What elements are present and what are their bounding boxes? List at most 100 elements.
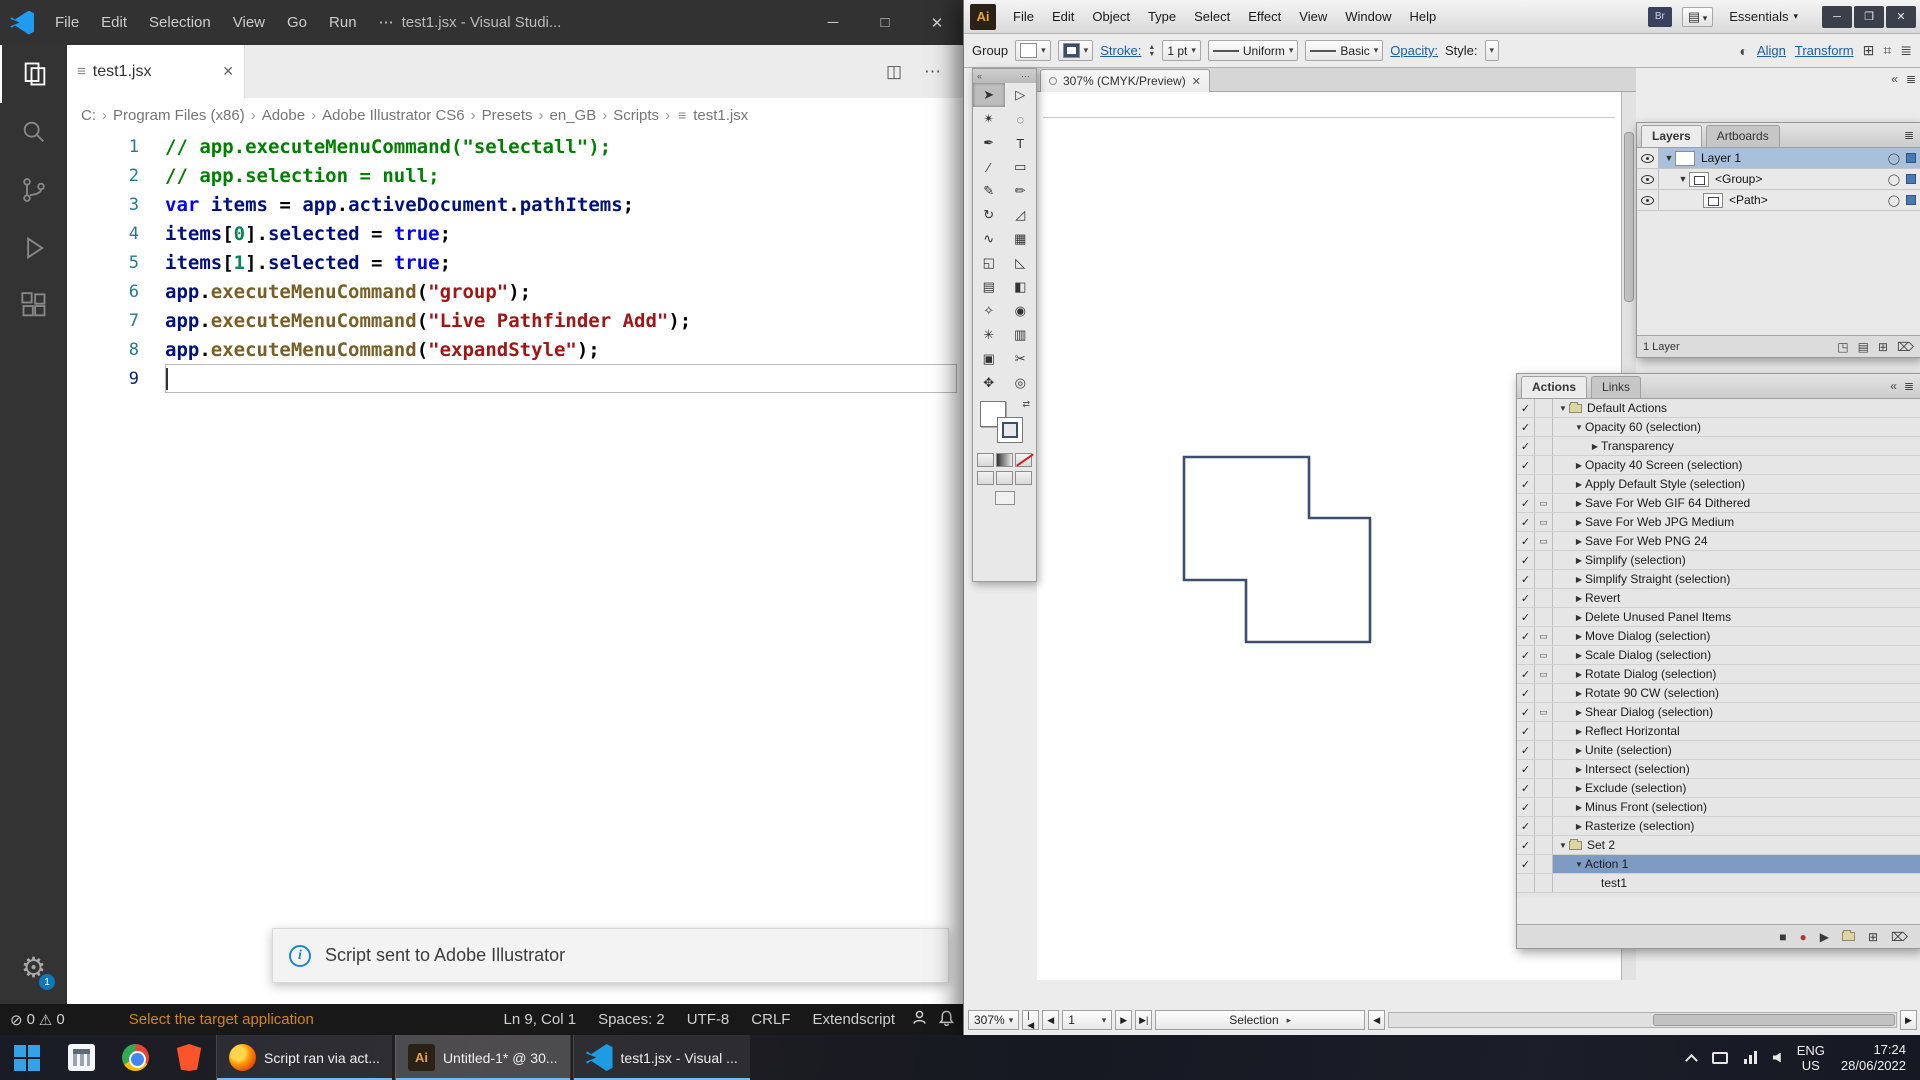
ai-menu-view[interactable]: View xyxy=(1290,0,1336,33)
scale-tool-icon[interactable]: ◿ xyxy=(1005,203,1037,227)
item-check-toggle[interactable]: ✓ xyxy=(1517,741,1535,759)
none-button[interactable] xyxy=(1015,453,1032,467)
action-content[interactable]: ▶Opacity 40 Screen (selection) xyxy=(1553,456,1920,474)
ai-menu-help[interactable]: Help xyxy=(1400,0,1445,33)
dialog-toggle[interactable] xyxy=(1535,836,1553,854)
panel-menu-icon[interactable]: ≣ xyxy=(1900,42,1912,59)
breadcrumb-item-test1-jsx[interactable]: test1.jsx xyxy=(691,107,750,124)
play-icon[interactable]: ▶ xyxy=(1820,930,1829,944)
dialog-toggle[interactable] xyxy=(1535,779,1553,797)
action-row-test1[interactable]: test1 xyxy=(1517,874,1920,893)
magic-wand-tool-icon[interactable]: ✴ xyxy=(973,107,1005,131)
expander-icon[interactable]: ▶ xyxy=(1573,727,1585,736)
item-check-toggle[interactable]: ✓ xyxy=(1517,646,1535,664)
zoom-dropdown[interactable]: 307% ▾ xyxy=(968,1010,1019,1030)
item-check-toggle[interactable]: ✓ xyxy=(1517,760,1535,778)
split-editor-icon[interactable]: ◫ xyxy=(886,62,902,82)
draw-behind-button[interactable] xyxy=(996,471,1013,485)
action-content[interactable]: ▶Save For Web JPG Medium xyxy=(1553,513,1920,531)
action-content[interactable]: ▶Save For Web PNG 24 xyxy=(1553,532,1920,550)
tools-panel-header[interactable]: « ⋯ xyxy=(973,69,1036,83)
status-encoding[interactable]: UTF-8 xyxy=(681,1011,736,1028)
next-artboard-button[interactable]: ▶ xyxy=(1115,1010,1132,1030)
workspace-switcher[interactable]: Essentials ▾ xyxy=(1723,7,1804,26)
layers-footer-icon-0[interactable]: ◳ xyxy=(1837,340,1848,354)
tab-close-icon[interactable]: ✕ xyxy=(222,63,234,80)
breadcrumb-item-scripts[interactable]: Scripts xyxy=(611,107,661,124)
arrange-documents-icon[interactable]: ▤ ▾ xyxy=(1682,7,1713,27)
action-content[interactable]: ▼Action 1 xyxy=(1553,855,1920,873)
dialog-toggle[interactable]: ▭ xyxy=(1535,646,1553,664)
panel-menu-icon[interactable]: ≣ xyxy=(1904,128,1914,142)
tab-artboards[interactable]: Artboards xyxy=(1706,125,1780,147)
clock[interactable]: 17:24 28/06/2022 xyxy=(1841,1042,1906,1074)
dialog-toggle[interactable] xyxy=(1535,798,1553,816)
target-circle-icon[interactable]: ◯ xyxy=(1888,152,1900,165)
target-circle-icon[interactable]: ◯ xyxy=(1888,173,1900,186)
pen-tool-icon[interactable]: ✒ xyxy=(973,131,1005,155)
code-text[interactable]: items[0].selected = true; xyxy=(165,219,957,248)
item-check-toggle[interactable]: ✓ xyxy=(1517,532,1535,550)
action-row-scale-dialog-selection[interactable]: ✓▭▶Scale Dialog (selection) xyxy=(1517,646,1920,665)
action-content[interactable]: ▶Shear Dialog (selection) xyxy=(1553,703,1920,721)
breadcrumb-item-adobe-illustrator-cs6[interactable]: Adobe Illustrator CS6 xyxy=(320,107,467,124)
action-row-move-dialog-selection[interactable]: ✓▭▶Move Dialog (selection) xyxy=(1517,627,1920,646)
action-row-rotate-90-cw-selection[interactable]: ✓▶Rotate 90 CW (selection) xyxy=(1517,684,1920,703)
item-check-toggle[interactable]: ✓ xyxy=(1517,570,1535,588)
action-row-apply-default-style-selection[interactable]: ✓▶Apply Default Style (selection) xyxy=(1517,475,1920,494)
mesh-tool-icon[interactable]: ▤ xyxy=(973,275,1005,299)
expander-icon[interactable]: ▼ xyxy=(1663,153,1675,163)
menu-item[interactable]: ⋯ xyxy=(368,0,405,45)
breadcrumb-item-adobe[interactable]: Adobe xyxy=(260,107,307,124)
item-check-toggle[interactable]: ✓ xyxy=(1517,608,1535,626)
paintbrush-tool-icon[interactable]: ✎ xyxy=(973,179,1005,203)
collapse-panels-icon[interactable]: « xyxy=(1891,72,1898,86)
dialog-toggle[interactable] xyxy=(1535,475,1553,493)
layer-row-path[interactable]: <Path>◯ xyxy=(1637,190,1920,211)
breadcrumb-item-en-gb[interactable]: en_GB xyxy=(548,107,599,124)
eyedropper-tool-icon[interactable]: ✧ xyxy=(973,299,1005,323)
menu-selection[interactable]: Selection xyxy=(138,0,222,45)
ai-menu-type[interactable]: Type xyxy=(1139,0,1185,33)
recolor-artwork-icon[interactable]: ◐ xyxy=(1740,43,1748,59)
taskbar-chrome-button[interactable] xyxy=(108,1035,162,1080)
item-check-toggle[interactable]: ✓ xyxy=(1517,475,1535,493)
action-row-save-for-web-gif-64-dithered[interactable]: ✓▭▶Save For Web GIF 64 Dithered xyxy=(1517,494,1920,513)
action-content[interactable]: ▶Delete Unused Panel Items xyxy=(1553,608,1920,626)
dock-menu-icon[interactable]: ≣ xyxy=(1906,72,1916,86)
action-content[interactable]: ▶Intersect (selection) xyxy=(1553,760,1920,778)
action-row-opacity-40-screen-selection[interactable]: ✓▶Opacity 40 Screen (selection) xyxy=(1517,456,1920,475)
expander-icon[interactable]: ▶ xyxy=(1573,746,1585,755)
scroll-left-button[interactable]: ◀ xyxy=(1368,1010,1385,1030)
show-hidden-icons[interactable] xyxy=(1685,1054,1698,1067)
code-text[interactable]: // app.selection = null; xyxy=(165,161,957,190)
action-row-revert[interactable]: ✓▶Revert xyxy=(1517,589,1920,608)
ai-menu-effect[interactable]: Effect xyxy=(1239,0,1290,33)
code-text[interactable]: // app.executeMenuCommand("selectall"); xyxy=(165,132,957,161)
minimize-button[interactable]: ─ xyxy=(807,0,859,45)
rectangle-tool-icon[interactable]: ▭ xyxy=(1005,155,1037,179)
layers-footer-icon-1[interactable]: ▤ xyxy=(1858,340,1869,354)
expander-icon[interactable]: ▶ xyxy=(1573,575,1585,584)
menu-file[interactable]: File xyxy=(44,0,90,45)
document-close-icon[interactable]: ✕ xyxy=(1192,75,1201,88)
item-check-toggle[interactable]: ✓ xyxy=(1517,494,1535,512)
bridge-icon[interactable]: Br xyxy=(1648,7,1672,27)
close-button[interactable]: ✕ xyxy=(911,0,963,45)
stroke-proxy[interactable] xyxy=(997,417,1023,443)
perspective-grid-tool-icon[interactable]: ◺ xyxy=(1005,251,1037,275)
breadcrumb-item-presets[interactable]: Presets xyxy=(480,107,535,124)
expander-icon[interactable]: ▶ xyxy=(1573,518,1585,527)
explorer-icon[interactable] xyxy=(0,45,67,103)
dialog-toggle[interactable] xyxy=(1535,399,1553,417)
visibility-toggle[interactable] xyxy=(1637,148,1659,168)
language-indicator[interactable]: ENG US xyxy=(1797,1043,1825,1073)
taskbar-illustrator-window-button[interactable]: AiUntitled-1* @ 30... xyxy=(395,1035,571,1080)
source-control-icon[interactable] xyxy=(0,161,67,219)
action-content[interactable]: ▶Transparency xyxy=(1553,437,1920,455)
action-row-opacity-60-selection[interactable]: ✓▼Opacity 60 (selection) xyxy=(1517,418,1920,437)
action-row-shear-dialog-selection[interactable]: ✓▭▶Shear Dialog (selection) xyxy=(1517,703,1920,722)
column-graph-tool-icon[interactable]: ▥ xyxy=(1005,323,1037,347)
ai-menu-object[interactable]: Object xyxy=(1083,0,1139,33)
breadcrumb-item-program-files-x86[interactable]: Program Files (x86) xyxy=(111,107,247,124)
